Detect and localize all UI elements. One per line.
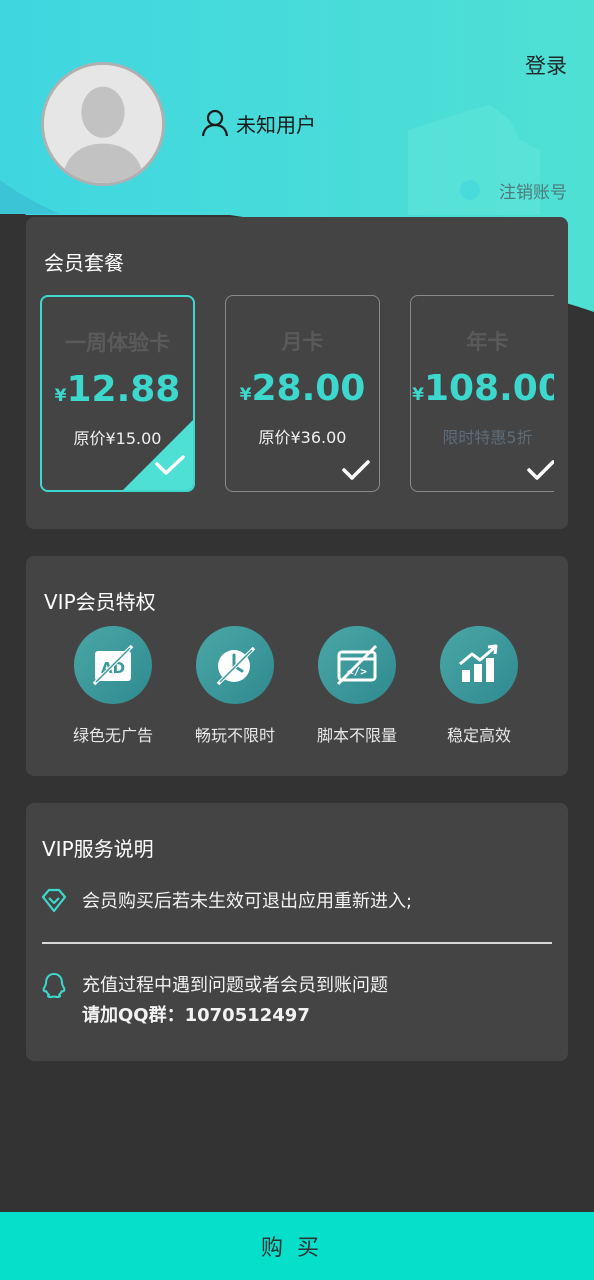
- package-price: ¥108.00: [412, 368, 554, 409]
- service-note-1: 会员购买后若未生效可退出应用重新进入;: [82, 891, 413, 912]
- privilege-stable: 稳定高效: [424, 626, 534, 746]
- privilege-unlimited-scripts: </> 脚本不限量: [302, 626, 412, 746]
- package-original-price: 原价¥36.00: [258, 428, 347, 447]
- package-monthly[interactable]: 月卡 ¥28.00 原价¥36.00: [225, 295, 380, 492]
- privileges-title: VIP会员特权: [44, 590, 156, 614]
- package-name: 年卡: [466, 330, 509, 354]
- privilege-label: 绿色无广告: [72, 726, 153, 745]
- privilege-unlimited-time: 畅玩不限时: [180, 626, 290, 746]
- privilege-label: 畅玩不限时: [194, 726, 275, 745]
- buy-button[interactable]: 购买: [0, 1212, 594, 1280]
- unlimited-time-icon: [196, 626, 274, 704]
- vip-service-card: VIP服务说明 会员购买后若未生效可退出应用重新进入; 充值过程中遇到问题或者会…: [26, 803, 568, 1061]
- contact-line-1: 充值过程中遇到问题或者会员到账问题: [82, 975, 388, 996]
- service-title: VIP服务说明: [42, 837, 154, 861]
- package-yearly[interactable]: 年卡 ¥108.00 限时特惠5折: [410, 295, 554, 492]
- package-price: ¥12.88: [54, 369, 181, 410]
- package-name: 一周体验卡: [65, 331, 170, 355]
- privilege-label: 脚本不限量: [316, 726, 397, 745]
- check-icon: [527, 460, 554, 480]
- package-name: 月卡: [281, 330, 324, 354]
- packages-scroll[interactable]: 一周体验卡 ¥12.88 原价¥15.00 月卡 ¥28.00 原价¥36.00…: [40, 295, 554, 493]
- login-link[interactable]: 登录: [525, 50, 567, 80]
- username-label: 未知用户: [236, 112, 316, 137]
- logout-link[interactable]: 注销账号: [499, 178, 567, 203]
- check-icon: [342, 460, 370, 480]
- service-contact: 充值过程中遇到问题或者会员到账问题 请加QQ群：1070512497: [82, 971, 388, 1031]
- service-contact-row: 充值过程中遇到问题或者会员到账问题 请加QQ群：1070512497: [40, 971, 388, 1031]
- stable-chart-icon: [440, 626, 518, 704]
- qq-icon: [42, 973, 66, 998]
- packages-title: 会员套餐: [44, 251, 124, 275]
- diamond-icon: [41, 888, 67, 913]
- no-ad-icon: AD: [74, 626, 152, 704]
- package-weekly[interactable]: 一周体验卡 ¥12.88 原价¥15.00: [40, 295, 195, 492]
- membership-packages-card: 会员套餐 一周体验卡 ¥12.88 原价¥15.00 月卡 ¥28.00 原价¥…: [26, 217, 568, 529]
- privilege-label: 稳定高效: [446, 726, 511, 745]
- unlimited-script-icon: </>: [318, 626, 396, 704]
- user-icon: [201, 109, 229, 137]
- default-avatar-icon: [44, 65, 162, 183]
- username-row: 未知用户: [200, 108, 316, 138]
- privilege-no-ads: AD 绿色无广告: [58, 626, 168, 746]
- vip-privileges-card: VIP会员特权 AD 绿色无广告 畅玩不限时 </> 脚本不限量 稳定高效: [26, 556, 568, 776]
- contact-qq-group: 请加QQ群：1070512497: [82, 1005, 310, 1026]
- service-note-row: 会员购买后若未生效可退出应用重新进入;: [40, 887, 412, 917]
- package-price: ¥28.00: [239, 368, 366, 409]
- divider: [42, 942, 552, 944]
- package-promo: 限时特惠5折: [442, 428, 533, 447]
- avatar[interactable]: [41, 62, 165, 186]
- selected-corner-icon: [123, 420, 193, 490]
